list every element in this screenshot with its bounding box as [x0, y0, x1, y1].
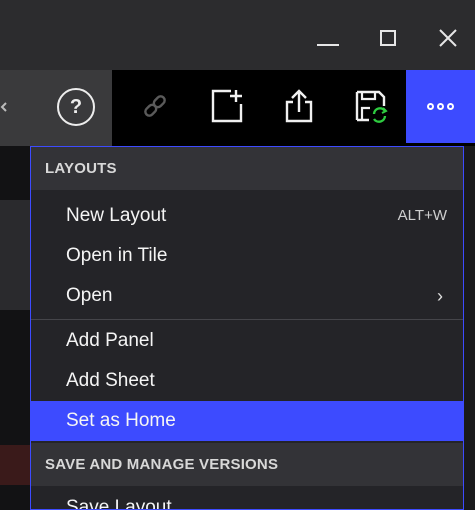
scroll-left-icon[interactable]: [0, 102, 8, 112]
share-button[interactable]: [277, 84, 321, 128]
link-button[interactable]: [133, 84, 177, 128]
menu-item-label: Set as Home: [66, 410, 176, 431]
maximize-button[interactable]: [368, 18, 408, 58]
close-icon: [439, 29, 457, 47]
save-refresh-button[interactable]: [349, 84, 393, 128]
menu-item-add-panel[interactable]: Add Panel: [31, 321, 463, 361]
new-layout-button[interactable]: [205, 84, 249, 128]
background-panel: [0, 445, 30, 485]
menu-section-header-versions: SAVE AND MANAGE VERSIONS: [31, 443, 463, 486]
menu-item-add-sheet[interactable]: Add Sheet: [31, 361, 463, 401]
minimize-icon: [317, 44, 339, 46]
right-edge-panel: [464, 146, 475, 510]
close-button[interactable]: [428, 18, 468, 58]
menu-item-save-layout[interactable]: Save Layout: [31, 488, 463, 510]
toolbar-left-section: ?: [0, 70, 112, 146]
menu-item-open-in-tile[interactable]: Open in Tile: [31, 236, 463, 276]
menu-item-label: Add Panel: [66, 330, 154, 351]
menu-item-new-layout[interactable]: New Layout ALT+W: [31, 196, 463, 236]
share-icon: [285, 89, 313, 123]
new-layout-icon: [211, 89, 243, 123]
menu-divider: [31, 319, 463, 320]
menu-section-header-layouts: LAYOUTS: [31, 147, 463, 190]
title-bar: [0, 0, 475, 70]
help-label: ?: [69, 95, 83, 118]
menu-item-label: Add Sheet: [66, 370, 155, 391]
link-icon: [144, 95, 166, 117]
shortcut-label: ALT+W: [397, 207, 447, 224]
more-icon: [427, 103, 454, 110]
menu-item-label: Save Layout: [66, 497, 172, 510]
maximize-icon: [380, 30, 396, 46]
save-refresh-icon: [355, 90, 388, 123]
background-panel: [0, 200, 30, 310]
menu-item-set-as-home[interactable]: Set as Home: [31, 401, 463, 441]
chevron-right-icon: ›: [437, 286, 443, 306]
toolbar: ?: [0, 70, 475, 146]
menu-item-label: Open: [66, 285, 113, 306]
menu-item-label: New Layout: [66, 205, 167, 226]
menu-item-open[interactable]: Open ›: [31, 276, 463, 316]
layouts-dropdown-menu: LAYOUTS New Layout ALT+W Open in Tile Op…: [30, 146, 464, 510]
minimize-button[interactable]: [308, 18, 348, 58]
help-button[interactable]: ?: [57, 88, 95, 126]
menu-item-label: Open in Tile: [66, 245, 168, 266]
more-button[interactable]: [406, 70, 475, 143]
